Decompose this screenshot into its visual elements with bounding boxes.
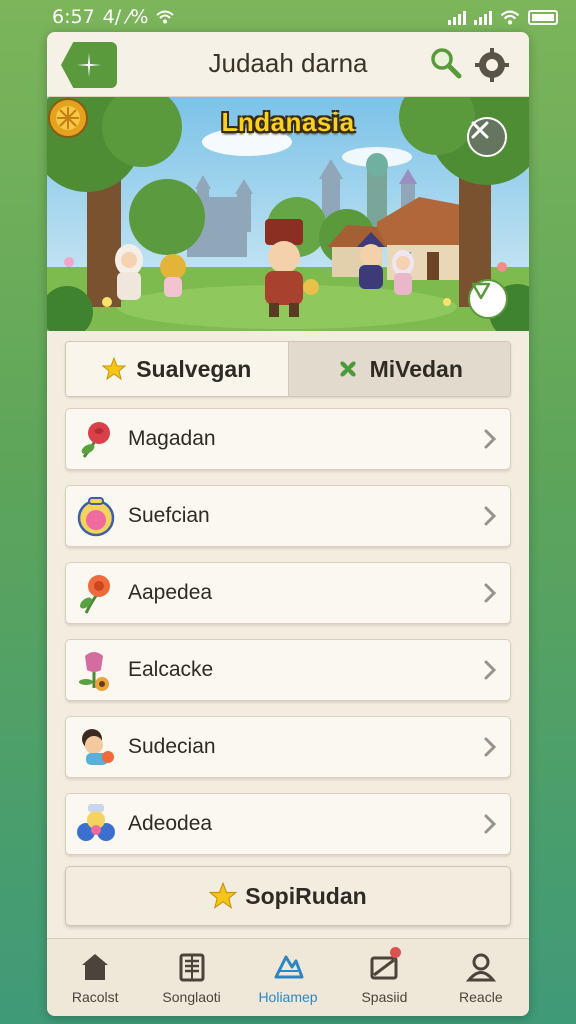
nav-label: Reacle <box>459 989 503 1005</box>
flower-icon <box>80 575 110 614</box>
search-icon[interactable] <box>429 46 463 80</box>
signal-icon-2 <box>474 9 492 25</box>
rose-icon <box>81 422 110 458</box>
triangle-down-icon <box>471 282 491 300</box>
profile-icon <box>465 953 496 982</box>
nav-label: Racolst <box>71 989 119 1005</box>
bouquet-icon <box>77 804 115 841</box>
clover-icon <box>340 361 356 377</box>
list-item-magadan[interactable]: Magadan <box>65 408 511 470</box>
play-button[interactable] <box>468 279 508 319</box>
tab-bar: Sualvegan MiVedan <box>65 341 511 397</box>
signal-icon <box>448 9 466 25</box>
chevron-right-icon <box>484 429 497 449</box>
chevron-right-icon <box>484 660 497 680</box>
nav-item-spasiid[interactable]: Spasiid <box>336 939 432 1016</box>
hero-banner[interactable]: Lndanasia <box>47 97 529 331</box>
map-icon <box>274 955 304 979</box>
status-time: 6:57 <box>52 6 95 28</box>
status-bar: 6:57 4/ ⁄% <box>0 0 576 34</box>
book-icon <box>179 953 205 982</box>
action-label: SopiRudan <box>245 882 367 909</box>
nav-label: Holiamep <box>258 989 318 1005</box>
item-label: Aapedea <box>128 581 213 604</box>
chevron-right-icon <box>484 737 497 757</box>
nav-item-songlaoti[interactable]: Songlaoti <box>143 939 239 1016</box>
wifi-icon-right <box>500 10 520 24</box>
chevron-right-icon <box>484 583 497 603</box>
nav-label: Songlaoti <box>162 989 221 1005</box>
star-icon <box>209 882 238 910</box>
sopirudan-button[interactable]: SopiRudan <box>65 866 511 926</box>
item-label: Magadan <box>128 427 216 450</box>
bottom-nav: Racolst Songlaoti Holiamep Spasiid Reacl… <box>47 938 529 1016</box>
close-icon <box>471 121 489 139</box>
list-item-ealcacke[interactable]: Ealcacke <box>65 639 511 701</box>
list-item-suefcian[interactable]: Suefcian <box>65 485 511 547</box>
item-label: Ealcacke <box>128 658 214 681</box>
tulip-icon <box>79 652 109 691</box>
tab-mivedan[interactable]: MiVedan <box>287 342 510 396</box>
header: Judaah darna <box>47 32 529 97</box>
nav-label: Spasiid <box>361 989 408 1005</box>
chevron-right-icon <box>484 814 497 834</box>
tab-sualvegan[interactable]: Sualvegan <box>66 342 288 396</box>
item-label: Suefcian <box>128 504 210 527</box>
ring-icon <box>77 497 115 537</box>
close-button[interactable] <box>467 117 507 157</box>
list-item-adeodea[interactable]: Adeodea <box>65 793 511 855</box>
gear-icon[interactable] <box>475 48 509 82</box>
chevron-right-icon <box>484 506 497 526</box>
wifi-icon <box>156 10 175 24</box>
status-extra: 4/ ⁄% <box>102 6 149 28</box>
character-icon <box>82 729 114 765</box>
banner-title: Lndanasia <box>221 107 355 137</box>
battery-icon <box>528 9 558 25</box>
item-list: Magadan Suefcian Aapedea Ealcacke Sudeci… <box>65 408 511 870</box>
home-icon <box>82 954 109 980</box>
item-label: Adeodea <box>128 812 213 835</box>
list-item-aapedea[interactable]: Aapedea <box>65 562 511 624</box>
tab-label: MiVedan <box>369 355 463 382</box>
nav-item-racolst[interactable]: Racolst <box>47 939 143 1016</box>
nav-item-holiamep[interactable]: Holiamep <box>240 939 336 1016</box>
nav-item-reacle[interactable]: Reacle <box>433 939 529 1016</box>
item-label: Sudecian <box>128 735 216 758</box>
app-panel: Judaah darna Lndanasia Sualvegan MiVedan… <box>47 32 529 1016</box>
star-icon <box>102 357 127 381</box>
list-item-sudecian[interactable]: Sudecian <box>65 716 511 778</box>
coin-icon[interactable] <box>47 97 89 139</box>
tab-label: Sualvegan <box>136 355 252 382</box>
